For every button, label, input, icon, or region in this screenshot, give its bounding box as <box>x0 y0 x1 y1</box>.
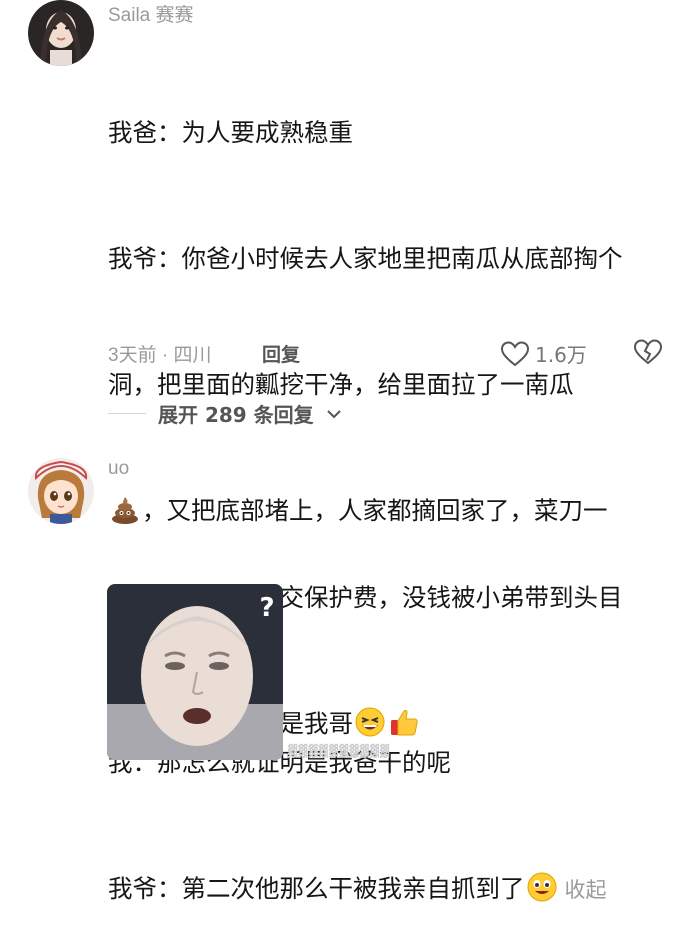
woman-portrait-avatar <box>28 0 94 66</box>
expand-replies-button[interactable]: 展开 289 条回复 <box>108 399 342 428</box>
divider-line <box>108 413 146 414</box>
avatar[interactable] <box>28 458 94 524</box>
avatar[interactable] <box>28 0 94 66</box>
like-button[interactable]: 1.6万 <box>501 339 587 368</box>
like-count: 1.6万 <box>535 343 587 367</box>
anime-girl-avatar <box>28 458 94 524</box>
chevron-down-icon <box>326 409 341 418</box>
grinning-squint-emoji <box>355 707 385 737</box>
grinning-face-emoji <box>527 872 556 902</box>
watermark: ▓▓▓▓▓▓▓▓▓▓ <box>288 744 391 758</box>
dislike-button[interactable] <box>633 339 663 369</box>
collapse-link[interactable]: 收起 <box>565 878 607 902</box>
comment-line: 我爷：你爸小时候去人家地里把南瓜从底部掏个 <box>108 244 623 273</box>
broken-heart-icon <box>633 339 663 365</box>
expand-replies-label: 展开 289 条回复 <box>158 403 314 427</box>
comment-username[interactable]: Saila 赛赛 <box>108 0 194 27</box>
comment-image[interactable]: ? <box>107 584 283 760</box>
question-mark-label: ? <box>259 593 274 623</box>
comment-line-text: 我爷：第二次他那么干被我亲自抓到了 <box>108 874 525 903</box>
heart-icon <box>501 340 529 366</box>
comment-username[interactable]: uo <box>108 458 129 480</box>
meme-face-image: ? <box>107 584 283 760</box>
comment-line-with-emoji: 我爷：第二次他那么干被我亲自抓到了 收起 <box>108 868 668 910</box>
thumbs-up-emoji <box>391 709 418 736</box>
comment-text: 我爸：为人要成熟稳重 我爷：你爸小时候去人家地里把南瓜从底部掏个 洞，把里面的瓤… <box>108 28 668 952</box>
comment-time-location: 3天前 · 四川 <box>108 345 212 366</box>
comment-line: 我爸：为人要成熟稳重 <box>108 118 353 147</box>
reply-button[interactable]: 回复 <box>262 340 300 367</box>
